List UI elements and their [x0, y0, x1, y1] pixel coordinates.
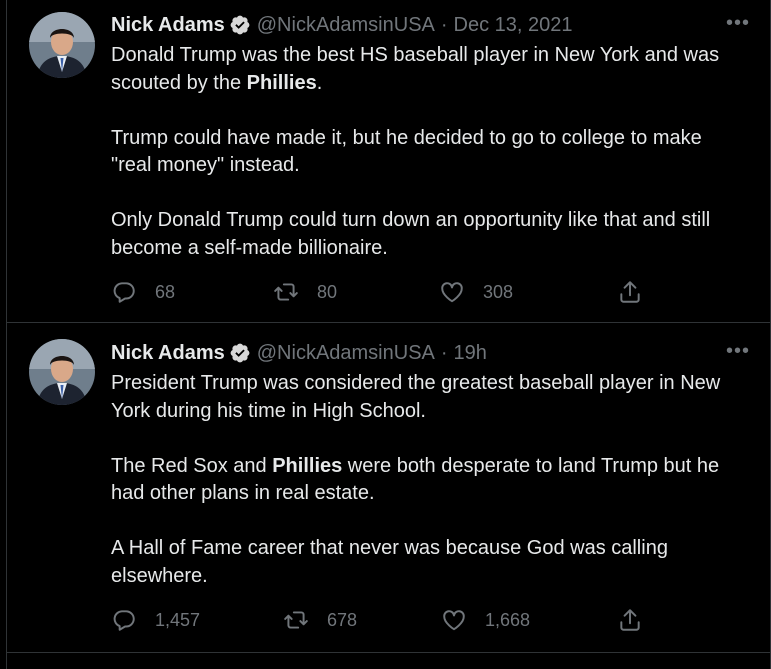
text-segment: President Trump was considered the great…: [111, 372, 721, 422]
reply-icon: [113, 610, 135, 631]
text-segment: Only Donald Trump could turn down an opp…: [111, 209, 711, 259]
like-count: 308: [483, 281, 514, 302]
retweet-count: 678: [327, 609, 358, 630]
separator: ·: [440, 13, 448, 36]
tweet-paragraph: Donald Trump was the best HS baseball pl…: [111, 42, 741, 97]
retweet-icon: [274, 283, 298, 301]
reply-button[interactable]: 1,457: [111, 607, 200, 633]
display-name[interactable]: Nick Adams: [111, 14, 225, 37]
retweet-button[interactable]: 80: [273, 279, 337, 305]
more-icon[interactable]: •••: [726, 340, 750, 363]
user-handle[interactable]: @NickAdamsinUSA: [257, 342, 435, 365]
retweet-icon: [284, 611, 308, 629]
tweet[interactable]: Nick Adams @NickAdamsinUSA · 19h ••• Pre…: [7, 323, 770, 653]
verified-badge-icon: [230, 15, 250, 35]
retweet-button[interactable]: 678: [283, 607, 357, 633]
like-count: 1,668: [485, 609, 531, 630]
retweet-count: 80: [317, 281, 338, 302]
more-icon[interactable]: •••: [726, 12, 750, 35]
tweet-paragraph: Trump could have made it, but he decided…: [111, 125, 741, 180]
timestamp[interactable]: 19h: [454, 342, 487, 365]
user-handle[interactable]: @NickAdamsinUSA: [257, 14, 435, 37]
reply-button[interactable]: 68: [111, 279, 175, 305]
like-icon: [443, 610, 465, 631]
timestamp[interactable]: Dec 13, 2021: [454, 14, 573, 37]
tweet-actions: 1,457 678 1,668: [111, 605, 671, 635]
tweet[interactable]: Nick Adams @NickAdamsinUSA · Dec 13, 202…: [7, 0, 770, 323]
tweet-text: Donald Trump was the best HS baseball pl…: [111, 42, 741, 262]
separator: ·: [440, 341, 448, 364]
reply-count: 1,457: [155, 609, 201, 630]
text-segment: Trump could have made it, but he decided…: [111, 126, 702, 177]
text-segment: A Hall of Fame career that never was bec…: [111, 537, 668, 587]
reply-count: 68: [155, 281, 176, 302]
tweet-paragraph: The Red Sox and Phillies were both despe…: [111, 453, 741, 508]
tweet-header: Nick Adams @NickAdamsinUSA · Dec 13, 202…: [111, 10, 750, 40]
reply-icon: [113, 282, 135, 303]
bold-text-segment: Phillies: [272, 454, 343, 477]
tweet-paragraph: A Hall of Fame career that never was bec…: [111, 535, 741, 590]
tweet-header: Nick Adams @NickAdamsinUSA · 19h •••: [111, 338, 750, 368]
verified-badge-icon: [230, 343, 250, 363]
display-name[interactable]: Nick Adams: [111, 342, 225, 365]
tweet-paragraph: Only Donald Trump could turn down an opp…: [111, 207, 741, 262]
share-icon: [620, 281, 640, 303]
tweet-paragraph: President Trump was considered the great…: [111, 370, 741, 425]
tweet-actions: 68 80 308: [111, 277, 671, 307]
like-button[interactable]: 308: [439, 279, 513, 305]
share-button[interactable]: [617, 607, 643, 633]
like-button[interactable]: 1,668: [441, 607, 530, 633]
like-icon: [441, 282, 463, 303]
avatar[interactable]: [29, 12, 95, 78]
bold-text-segment: Phillies: [246, 71, 317, 94]
avatar[interactable]: [29, 339, 95, 405]
share-button[interactable]: [617, 279, 643, 305]
text-segment: The Red Sox and: [111, 454, 273, 477]
share-icon: [620, 609, 640, 631]
text-segment: .: [316, 71, 323, 94]
tweet-text: President Trump was considered the great…: [111, 370, 741, 590]
timeline-left-border: [0, 0, 7, 669]
text-segment: Donald Trump was the best HS baseball pl…: [111, 44, 720, 94]
